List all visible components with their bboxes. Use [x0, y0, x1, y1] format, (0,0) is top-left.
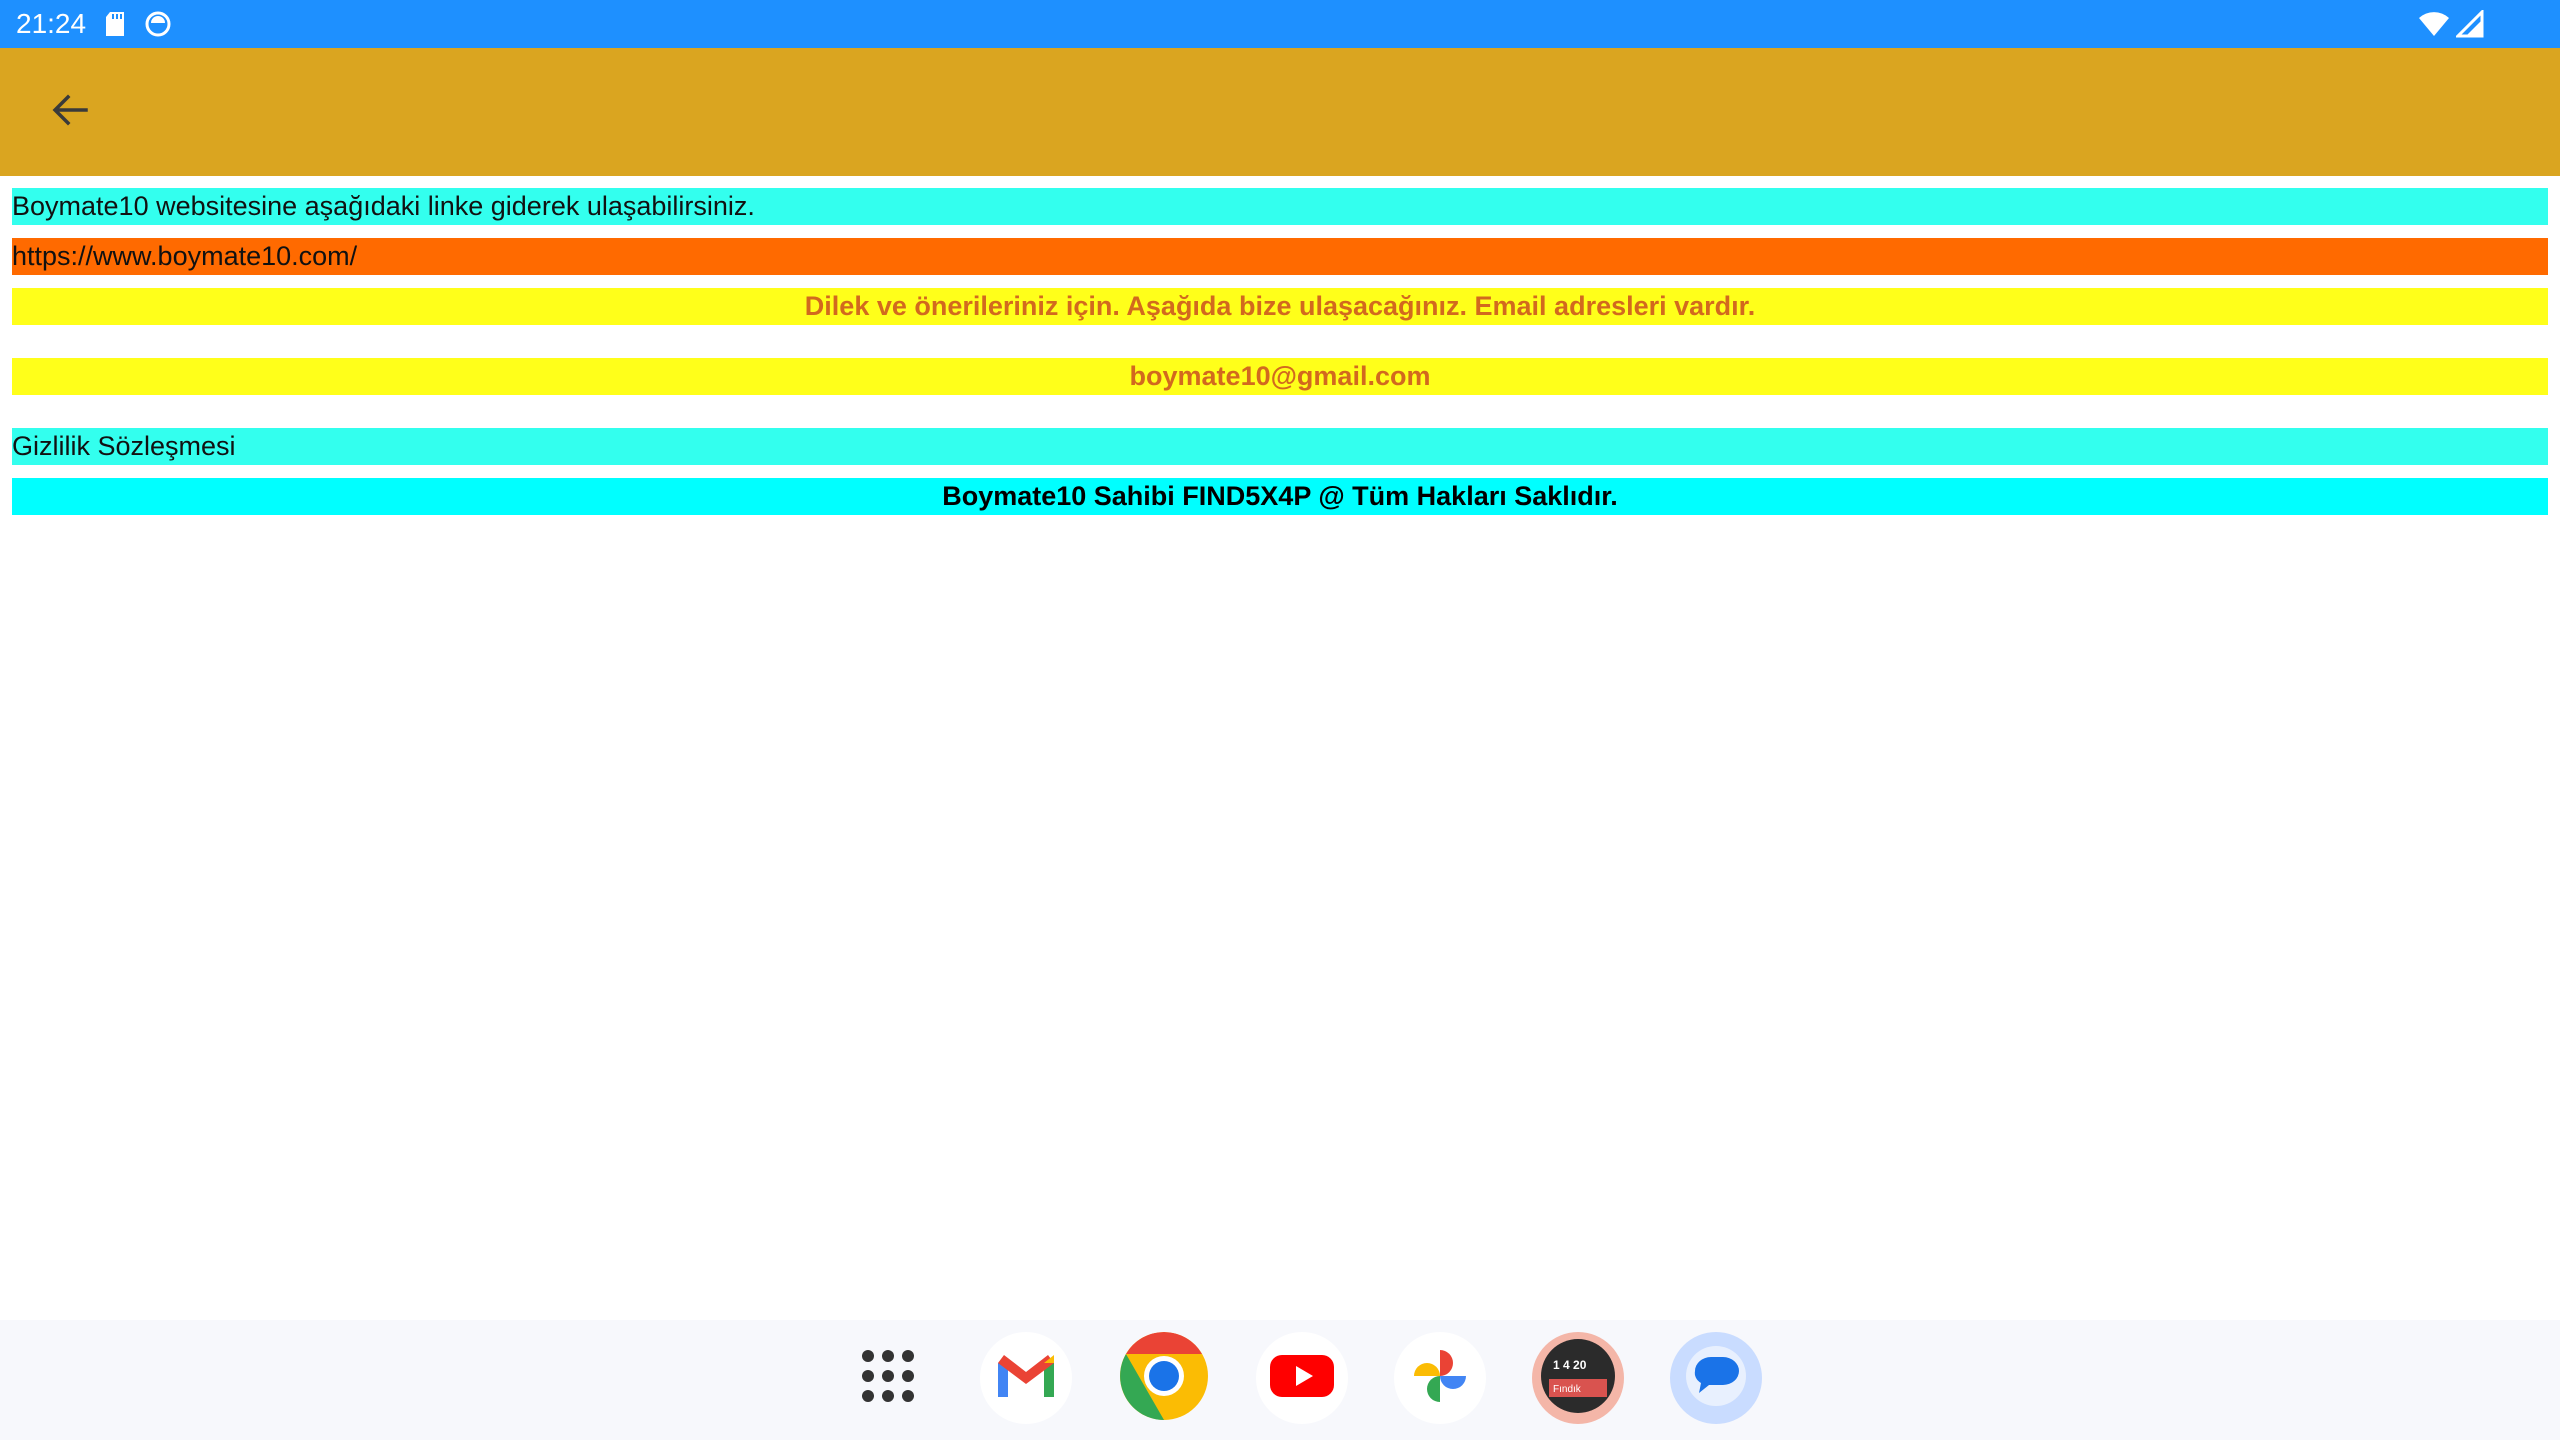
sync-icon [144, 10, 172, 38]
dock-icons: 1 4 20 Fındık [842, 1332, 1762, 1424]
svg-text:Fındık: Fındık [1553, 1384, 1582, 1395]
youtube-app[interactable] [1256, 1332, 1348, 1424]
wifi-icon [2418, 10, 2450, 43]
findik-app[interactable]: 1 4 20 Fındık [1532, 1332, 1624, 1424]
youtube-icon [1270, 1353, 1334, 1404]
app-bar [0, 48, 2560, 176]
findik-app-icon: 1 4 20 Fındık [1539, 1337, 1617, 1420]
website-intro: Boymate10 websitesine aşağıdaki linke gi… [12, 188, 2548, 225]
messages-icon [1681, 1341, 1751, 1416]
privacy-link[interactable]: Gizlilik Sözleşmesi [12, 428, 2548, 465]
photos-app[interactable] [1394, 1332, 1486, 1424]
email-link[interactable]: boymate10@gmail.com [12, 358, 2548, 395]
grid-dots-icon [858, 1346, 918, 1411]
back-button[interactable] [38, 84, 102, 140]
photos-icon [1408, 1344, 1472, 1413]
status-bar: 21:24 [0, 0, 2560, 48]
gmail-app[interactable] [980, 1332, 1072, 1424]
arrow-left-icon [50, 90, 90, 135]
chrome-icon [1119, 1332, 1209, 1424]
status-time: 21:24 [16, 8, 87, 39]
gmail-icon [994, 1351, 1058, 1406]
chrome-app[interactable] [1118, 1332, 1210, 1424]
signal-icon [2454, 8, 2484, 43]
app-drawer-button[interactable] [842, 1332, 934, 1424]
status-right-icons [2418, 8, 2484, 43]
sd-card-icon [104, 11, 126, 37]
messages-app[interactable] [1670, 1332, 1762, 1424]
dock: 1 4 20 Fındık [0, 1320, 2560, 1440]
svg-text:1 4 20: 1 4 20 [1553, 1358, 1587, 1372]
website-link[interactable]: https://www.boymate10.com/ [12, 238, 2548, 275]
copyright-text: Boymate10 Sahibi FIND5X4P @ Tüm Hakları … [12, 478, 2548, 515]
contact-intro: Dilek ve önerileriniz için. Aşağıda bize… [12, 288, 2548, 325]
